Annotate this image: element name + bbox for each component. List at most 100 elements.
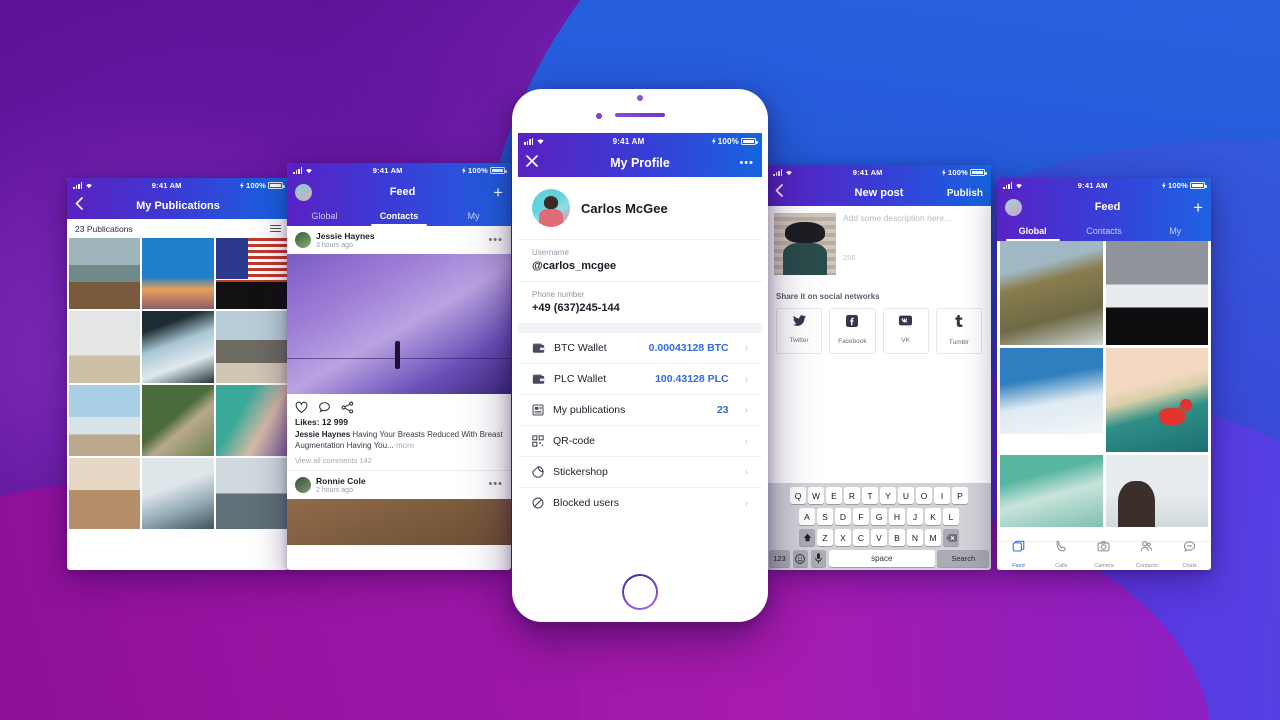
key-i[interactable]: I xyxy=(934,487,950,504)
publish-button[interactable]: Publish xyxy=(947,188,983,199)
more-horizontal-icon[interactable]: ••• xyxy=(488,479,503,489)
avatar[interactable] xyxy=(295,232,311,248)
menu-item-my-publications[interactable]: My publications 23 › xyxy=(518,395,762,426)
shift-icon[interactable] xyxy=(799,529,815,546)
feed-photo[interactable] xyxy=(1000,455,1103,527)
post-photo-thumbnail[interactable] xyxy=(774,213,836,275)
publication-thumbnail[interactable] xyxy=(215,458,288,530)
share-icon[interactable] xyxy=(341,401,354,414)
key-r[interactable]: R xyxy=(844,487,860,504)
publication-thumbnail[interactable] xyxy=(69,458,141,530)
publication-thumbnail[interactable] xyxy=(142,458,214,530)
key-a[interactable]: A xyxy=(799,508,815,525)
key-o[interactable]: O xyxy=(916,487,932,504)
more-horizontal-icon[interactable]: ••• xyxy=(488,235,503,245)
list-view-icon[interactable] xyxy=(270,224,281,233)
key-c[interactable]: C xyxy=(853,529,869,546)
profile-avatar[interactable] xyxy=(532,189,570,227)
key-x[interactable]: X xyxy=(835,529,851,546)
more-horizontal-icon[interactable]: ••• xyxy=(739,158,754,168)
comment-icon[interactable] xyxy=(318,401,331,414)
emoji-icon[interactable] xyxy=(792,550,808,567)
close-icon[interactable] xyxy=(526,154,538,172)
tab-contacts[interactable]: Contacts xyxy=(1125,540,1168,570)
share-twitter-button[interactable]: Twitter xyxy=(776,308,823,354)
tab-feed[interactable]: Feed xyxy=(997,540,1040,570)
tab-chats[interactable]: Chats xyxy=(1168,540,1211,570)
publication-thumbnail[interactable] xyxy=(142,384,214,457)
post-image[interactable] xyxy=(287,254,511,394)
back-icon[interactable] xyxy=(775,184,783,202)
publication-thumbnail[interactable] xyxy=(215,384,288,457)
plus-icon[interactable]: + xyxy=(1193,199,1203,216)
menu-item-stickershop[interactable]: Stickershop › xyxy=(518,457,762,488)
publication-thumbnail[interactable] xyxy=(69,238,141,310)
tab-camera[interactable]: Camera xyxy=(1083,540,1126,570)
feed-photo[interactable] xyxy=(1105,241,1208,345)
heart-icon[interactable] xyxy=(295,401,308,414)
key-u[interactable]: U xyxy=(898,487,914,504)
avatar[interactable] xyxy=(295,183,312,201)
plus-icon[interactable]: + xyxy=(493,184,503,201)
feed-photo[interactable] xyxy=(1105,455,1208,527)
feed-photo[interactable] xyxy=(1000,348,1103,434)
feed-photo[interactable] xyxy=(1105,348,1208,452)
key-g[interactable]: G xyxy=(871,508,887,525)
publication-thumbnail[interactable] xyxy=(69,384,141,457)
home-button[interactable] xyxy=(622,574,658,610)
battery-label: 100% xyxy=(468,166,488,175)
key-l[interactable]: L xyxy=(943,508,959,525)
tab-global[interactable]: Global xyxy=(997,221,1068,241)
key-j[interactable]: J xyxy=(907,508,923,525)
key-t[interactable]: T xyxy=(862,487,878,504)
key-f[interactable]: F xyxy=(853,508,869,525)
menu-item-qr-code[interactable]: QR-code › xyxy=(518,426,762,457)
tab-my[interactable]: My xyxy=(436,206,511,226)
post-image[interactable] xyxy=(287,498,511,545)
view-comments-link[interactable]: View all comments 142 xyxy=(295,456,503,465)
avatar[interactable] xyxy=(1005,198,1022,216)
share-vk-button[interactable]: VK xyxy=(882,308,929,354)
key-n[interactable]: N xyxy=(907,529,923,546)
caption-more-link[interactable]: more xyxy=(396,441,414,450)
share-facebook-button[interactable]: Facebook xyxy=(829,308,876,354)
publication-thumbnail[interactable] xyxy=(215,311,288,383)
tab-contacts[interactable]: Contacts xyxy=(1068,221,1139,241)
microphone-icon[interactable] xyxy=(810,550,826,567)
share-tumblr-button[interactable]: Tumblr xyxy=(935,308,982,354)
key-d[interactable]: D xyxy=(835,508,851,525)
menu-item-blocked-users[interactable]: Blocked users › xyxy=(518,488,762,518)
publication-thumbnail[interactable] xyxy=(69,311,141,383)
key-y[interactable]: Y xyxy=(880,487,896,504)
key-h[interactable]: H xyxy=(889,508,905,525)
profile-user-row[interactable]: Carlos McGee xyxy=(518,177,762,239)
tab-global[interactable]: Global xyxy=(287,206,362,226)
key-k[interactable]: K xyxy=(925,508,941,525)
tab-calls[interactable]: Calls xyxy=(1040,540,1083,570)
key-p[interactable]: P xyxy=(952,487,968,504)
key-v[interactable]: V xyxy=(871,529,887,546)
avatar[interactable] xyxy=(295,476,311,493)
publication-thumbnail[interactable] xyxy=(142,311,214,383)
key-q[interactable]: Q xyxy=(790,487,806,504)
menu-item-plc-wallet[interactable]: PLC Wallet 100.43128 PLC › xyxy=(518,364,762,395)
key-w[interactable]: W xyxy=(808,487,824,504)
back-icon[interactable] xyxy=(75,197,83,215)
key-search[interactable]: Search xyxy=(937,550,989,567)
key-m[interactable]: M xyxy=(925,529,941,546)
publication-thumbnail[interactable] xyxy=(142,238,214,310)
menu-item-btc-wallet[interactable]: BTC Wallet 0.00043128 BTC › xyxy=(518,333,762,364)
key-numbers[interactable]: 123 xyxy=(769,550,790,567)
key-e[interactable]: E xyxy=(826,487,842,504)
description-input[interactable]: Add some description here... xyxy=(843,213,984,223)
key-space[interactable]: space xyxy=(828,550,935,567)
menu-label: PLC Wallet xyxy=(554,373,607,385)
backspace-icon[interactable] xyxy=(943,529,959,546)
feed-photo[interactable] xyxy=(1000,241,1103,345)
tab-my[interactable]: My xyxy=(1140,221,1211,241)
publication-thumbnail[interactable] xyxy=(215,238,288,310)
key-z[interactable]: Z xyxy=(817,529,833,546)
key-s[interactable]: S xyxy=(817,508,833,525)
tab-contacts[interactable]: Contacts xyxy=(362,206,437,226)
key-b[interactable]: B xyxy=(889,529,905,546)
